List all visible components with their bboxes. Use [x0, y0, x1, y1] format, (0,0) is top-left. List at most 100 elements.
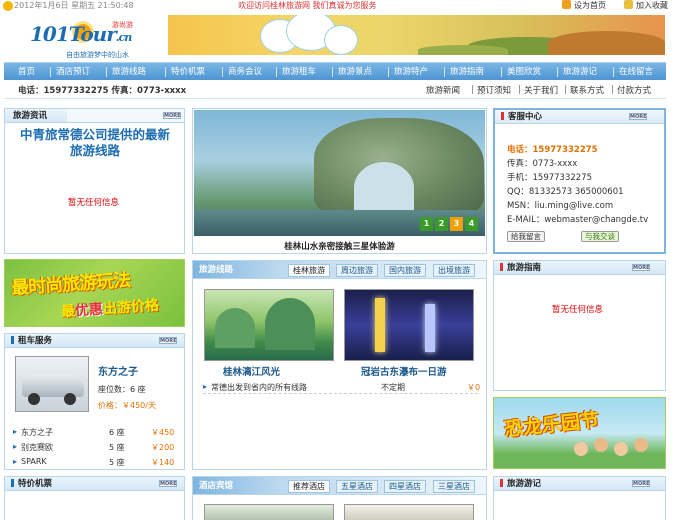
chat-button[interactable]: 与我交谈: [581, 231, 619, 242]
nav-item-1[interactable]: 酒店预订: [56, 63, 90, 81]
featured-car-price: 价格：￥450/天: [98, 401, 156, 410]
hotel-thumb-1[interactable]: [204, 504, 334, 520]
car-row[interactable]: ▸ SPARK 5 座 ￥140: [13, 457, 183, 469]
top-bar: 2012年1月6日 星期五 21:50:48 欢迎访问桂林旅游网 我们真诚为您服…: [0, 0, 682, 12]
featured-car-name[interactable]: 东方之子: [98, 363, 138, 378]
subnav-link-2[interactable]: 关于我们: [524, 84, 558, 96]
routes-panel: 旅游线路 桂林旅游 周边旅游 国内旅游 出境旅游 桂林漓江风光 冠岩古东瀑布一日游 ▸…: [192, 260, 487, 470]
slide-page-2[interactable]: 2: [435, 217, 448, 231]
news-title: 旅游资讯: [5, 109, 67, 123]
hotels-panel: 酒店宾馆 推荐酒店 五星酒店 四星酒店 三星酒店: [192, 476, 487, 520]
featured-car-seats: 座位数：6 座: [98, 385, 146, 394]
routes-tab-3[interactable]: 出境旅游: [433, 264, 475, 277]
news-more-button[interactable]: MORE: [163, 112, 181, 119]
route-name-2[interactable]: 冠岩古东瀑布一日游: [361, 364, 447, 378]
set-home-link[interactable]: 设为首页: [562, 0, 606, 12]
news-empty: 暂无任何信息: [68, 198, 120, 208]
main-nav: 首页 酒店预订 旅游线路 特价机票 商务会议 旅游租车 旅游景点 旅游特产 旅游指南 美图欣赏 旅游…: [4, 62, 666, 80]
car-row-price: ￥200: [151, 443, 175, 452]
nav-item-8[interactable]: 旅游指南: [450, 63, 484, 81]
promo-ad[interactable]: 最时尚旅游玩法 最优惠出游价格: [4, 259, 185, 327]
car-row-name: SPARK: [21, 457, 47, 466]
car-photo[interactable]: [15, 356, 89, 412]
slide-page-1[interactable]: 1: [420, 217, 433, 231]
service-more-button[interactable]: MORE: [629, 113, 647, 120]
guide-more-button[interactable]: MORE: [632, 264, 650, 271]
header-contact: 电话：15977332275 传真：0773-xxxx: [18, 86, 187, 96]
notes-more-button[interactable]: MORE: [632, 480, 650, 487]
ad-line-1: 最时尚旅游玩法: [10, 269, 131, 300]
cars-more-button[interactable]: MORE: [159, 337, 177, 344]
star-icon: [624, 0, 633, 9]
subnav-link-1[interactable]: 预订须知: [477, 84, 511, 96]
route-list-name: 常德出发到省内的所有线路: [211, 383, 307, 392]
car-row-price: ￥140: [151, 458, 175, 467]
slide-page-3[interactable]: 3: [450, 217, 463, 231]
sub-nav: 电话：15977332275 传真：0773-xxxx 旅游新闻 预订须知 关于我们…: [4, 81, 666, 99]
guide-empty: 暂无任何信息: [552, 305, 604, 315]
flights-title-bar: 特价机票: [5, 477, 184, 491]
nav-item-5[interactable]: 旅游租车: [282, 63, 316, 81]
routes-tab-2[interactable]: 国内旅游: [384, 264, 426, 277]
route-list-price: ￥0: [467, 383, 481, 392]
car-row[interactable]: ▸ 别克赛欧 5 座 ￥200: [13, 442, 183, 454]
subnav-link-0[interactable]: 旅游新闻: [426, 84, 460, 96]
route-thumb-2[interactable]: [344, 289, 474, 361]
hotels-tab-2[interactable]: 四星酒店: [384, 480, 426, 493]
slideshow-image[interactable]: 1234: [194, 110, 485, 236]
dinosaur-festival-ad[interactable]: 恐龙乐园节: [493, 397, 666, 469]
news-headline[interactable]: 中青旅常德公司提供的最新旅游线路: [15, 127, 175, 159]
nav-item-9[interactable]: 美图欣赏: [507, 63, 541, 81]
logo-slogan: 自由旅游梦中的山水: [66, 51, 129, 59]
car-row[interactable]: ▸ 东方之子 6 座 ￥450: [13, 427, 183, 439]
subnav-link-3[interactable]: 联系方式: [570, 84, 604, 96]
service-email: E-MAIL：webmaster@changde.tv: [507, 215, 649, 225]
car-row-price: ￥450: [151, 428, 175, 437]
routes-tab-0[interactable]: 桂林旅游: [288, 264, 330, 277]
car-row-seats: 5 座: [109, 458, 125, 467]
hotels-tab-3[interactable]: 三星酒店: [433, 480, 475, 493]
flights-more-button[interactable]: MORE: [159, 480, 177, 487]
route-name-1[interactable]: 桂林漓江风光: [223, 364, 280, 378]
route-list-row[interactable]: ▸ 常德出发到省内的所有线路 不定期 ￥0: [203, 382, 481, 394]
hotels-tab-1[interactable]: 五星酒店: [336, 480, 378, 493]
welcome-text: 欢迎访问桂林旅游网 我们真诚为您服务: [238, 1, 377, 10]
site-logo[interactable]: 101Tour.cn 游尚游 自由旅游梦中的山水: [30, 20, 140, 59]
home-icon: [562, 0, 571, 9]
slide-page-4[interactable]: 4: [465, 217, 478, 231]
routes-tab-1[interactable]: 周边旅游: [336, 264, 378, 277]
guide-panel: 旅游指南 MORE 暂无任何信息: [493, 260, 666, 391]
service-mobile: 手机：15977332275: [507, 173, 592, 183]
car-row-seats: 5 座: [109, 443, 125, 452]
nav-item-2[interactable]: 旅游线路: [112, 63, 146, 81]
nav-item-6[interactable]: 旅游景点: [338, 63, 372, 81]
leave-message-button[interactable]: 给我留言: [507, 231, 545, 242]
dino-ad-text: 恐龙乐园节: [503, 409, 601, 441]
nav-item-10[interactable]: 旅游游记: [563, 63, 597, 81]
add-favorite-label: 加入收藏: [636, 1, 668, 10]
cars-title-bar: 租车服务: [5, 334, 184, 348]
car-rental-panel: 租车服务 MORE 东方之子 座位数：6 座 价格：￥450/天 ▸ 东方之子 6 …: [4, 333, 185, 470]
guide-title: 旅游指南: [507, 263, 542, 273]
slideshow: 1234 桂林山水亲密接触三星体验游: [192, 108, 487, 254]
ad-line-2: 最优惠出游价格: [60, 297, 160, 321]
nav-item-0[interactable]: 首页: [18, 63, 35, 81]
nav-item-11[interactable]: 在线留言: [619, 63, 653, 81]
service-msn: MSN：liu.ming@live.com: [507, 201, 614, 211]
header-banner: [168, 15, 665, 55]
slideshow-caption[interactable]: 桂林山水亲密接触三星体验游: [193, 240, 486, 252]
notes-title: 旅游游记: [507, 479, 542, 489]
route-thumb-1[interactable]: [204, 289, 334, 361]
add-favorite-link[interactable]: 加入收藏: [624, 0, 668, 12]
cars-title: 租车服务: [18, 336, 53, 346]
travel-notes-panel: 旅游游记 MORE: [493, 476, 666, 520]
car-row-name: 东方之子: [21, 428, 53, 437]
hotels-tab-0[interactable]: 推荐酒店: [288, 480, 330, 493]
nav-item-4[interactable]: 商务会议: [228, 63, 262, 81]
smiley-icon: [3, 1, 13, 11]
subnav-link-4[interactable]: 付款方式: [617, 84, 651, 96]
nav-item-7[interactable]: 旅游特产: [394, 63, 428, 81]
set-home-label: 设为首页: [574, 1, 606, 10]
hotel-thumb-2[interactable]: [344, 504, 474, 520]
nav-item-3[interactable]: 特价机票: [171, 63, 205, 81]
